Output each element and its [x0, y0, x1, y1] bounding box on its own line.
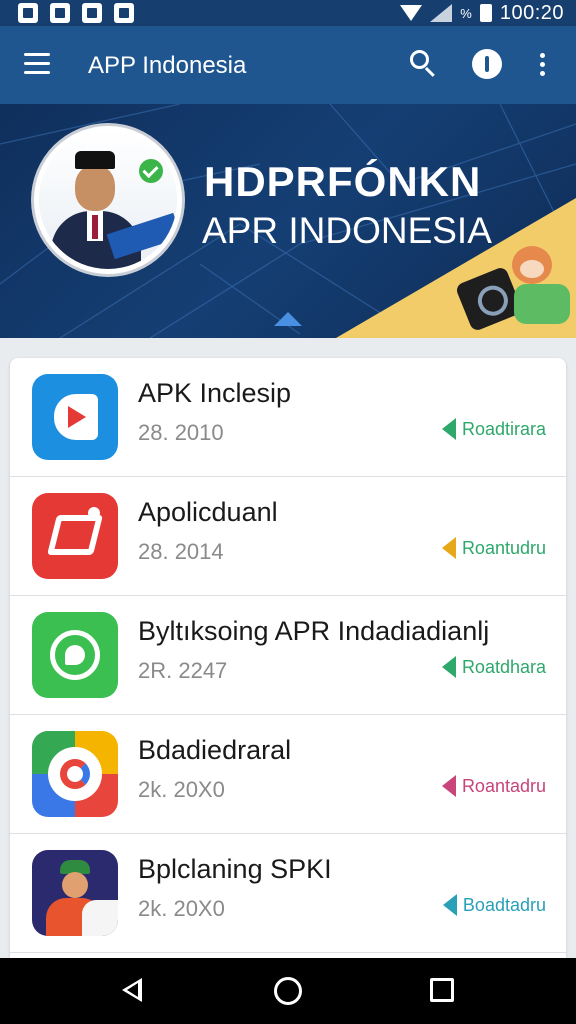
download-label: Roadtirara — [461, 418, 546, 439]
download-button[interactable]: Roadtirara — [441, 418, 546, 440]
status-notification-icons — [18, 3, 134, 23]
download-label: Roantadru — [461, 775, 546, 796]
battery-icon — [479, 4, 492, 22]
video-play-icon — [32, 374, 118, 460]
notification-icon — [50, 3, 70, 23]
character-icon — [32, 850, 118, 936]
arrow-left-icon — [441, 537, 456, 559]
verified-check-icon — [139, 159, 163, 183]
chat-phone-icon — [32, 612, 118, 698]
list-item[interactable]: Apolicduanl 28. 2014 Roantudru — [10, 477, 566, 596]
colorful-ring-icon — [32, 731, 118, 817]
download-label: Roatdhara — [461, 656, 546, 677]
app-meta: 2R. 2247 — [138, 658, 228, 683]
download-button[interactable]: Roatdhara — [441, 656, 546, 678]
menu-icon[interactable] — [24, 53, 52, 77]
app-name: Bdadiedraral — [138, 735, 292, 765]
sim-icon — [18, 3, 38, 23]
app-meta: 2k. 20X0 — [138, 777, 225, 802]
battery-percent: % — [460, 5, 472, 21]
info-icon[interactable] — [472, 49, 502, 79]
promo-banner[interactable]: HDPRFÓNKN APR INDONESIA — [0, 104, 576, 338]
download-button[interactable]: Boadtadru — [442, 894, 546, 916]
profile-photo — [34, 126, 182, 274]
app-name: Apolicduanl — [138, 497, 278, 527]
list-item[interactable]: Bplclaning SPKI 2k. 20X0 Boadtadru — [10, 834, 566, 953]
news-icon — [82, 3, 102, 23]
app-name: Byltıksoing APR Indadiadianlj — [138, 616, 490, 646]
download-button[interactable]: Roantadru — [441, 775, 546, 797]
download-button[interactable]: Roantudru — [441, 537, 546, 559]
wifi-icon — [400, 5, 423, 21]
list-item[interactable]: Bdadiedraral 2k. 20X0 Roantadru — [10, 715, 566, 834]
banner-headline: HDPRFÓNKN — [204, 158, 482, 205]
app-meta: 28. 2014 — [138, 539, 224, 564]
red-app-icon — [32, 493, 118, 579]
banner-subheadline: APR INDONESIA — [202, 210, 492, 251]
arrow-left-icon — [441, 775, 456, 797]
app-list: APK Inclesip 28. 2010 Roadtirara Apolicd… — [10, 358, 566, 958]
signal-icon — [430, 4, 453, 22]
app-bar: APP Indonesia — [0, 26, 576, 104]
app-icon — [114, 3, 134, 23]
arrow-left-icon — [441, 656, 456, 678]
banner-arrow-icon — [274, 312, 302, 326]
recents-icon[interactable] — [430, 978, 454, 1002]
clock: 100:20 — [499, 1, 564, 24]
arrow-left-icon — [441, 418, 456, 440]
status-system-icons: % 100:20 — [400, 0, 564, 26]
arrow-left-icon — [442, 894, 457, 916]
app-title: APP Indonesia — [88, 52, 247, 79]
list-item[interactable]: Byltıksoing APR Indadiadianlj 2R. 2247 R… — [10, 596, 566, 715]
app-name: APK Inclesip — [138, 378, 292, 408]
system-nav-bar — [0, 958, 576, 1024]
search-icon[interactable] — [410, 50, 438, 78]
mascot-illustration — [454, 244, 572, 334]
status-bar: % 100:20 — [0, 0, 576, 26]
home-icon[interactable] — [274, 977, 302, 1005]
list-item[interactable]: APK Inclesip 28. 2010 Roadtirara — [10, 358, 566, 477]
download-label: Boadtadru — [462, 894, 546, 915]
app-name: Bplclaning SPKI — [138, 854, 332, 884]
back-icon[interactable] — [122, 978, 142, 1002]
app-meta: 28. 2010 — [138, 420, 224, 445]
more-vert-icon[interactable] — [540, 53, 546, 77]
download-label: Roantudru — [461, 537, 546, 558]
app-meta: 2k. 20X0 — [138, 896, 225, 921]
